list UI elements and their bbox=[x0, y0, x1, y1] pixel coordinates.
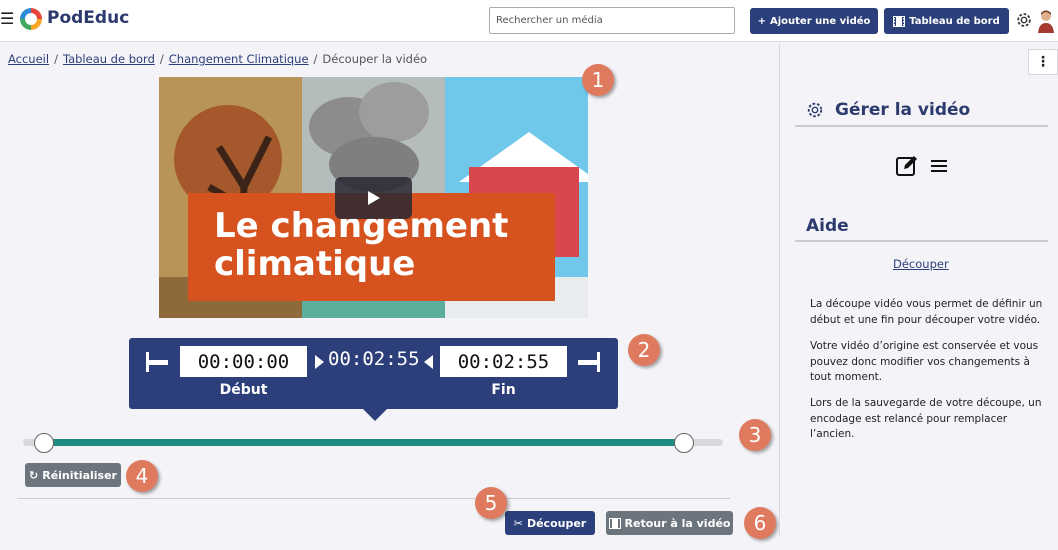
cut-label: Découper bbox=[526, 516, 587, 530]
edit-icon[interactable] bbox=[896, 155, 918, 177]
set-end-icon[interactable] bbox=[578, 352, 602, 372]
refresh-icon: ↻ bbox=[29, 468, 39, 482]
callout-badge: 4 bbox=[126, 460, 158, 492]
callout-badge: 3 bbox=[739, 419, 771, 451]
reset-label: Réinitialiser bbox=[42, 468, 117, 482]
callout-badge: 1 bbox=[582, 64, 614, 96]
help-cut-link[interactable]: Découper bbox=[893, 257, 949, 271]
logo-icon[interactable] bbox=[20, 8, 42, 30]
gear-icon bbox=[807, 102, 823, 118]
back-label: Retour à la vidéo bbox=[624, 516, 731, 530]
start-time-label: Début bbox=[219, 382, 268, 398]
back-to-video-button[interactable]: Retour à la vidéo bbox=[606, 511, 733, 535]
breadcrumb: Accueil / Tableau de bord / Changement C… bbox=[8, 52, 427, 66]
set-start-icon[interactable] bbox=[144, 352, 168, 372]
video-player[interactable]: Le changement climatique bbox=[159, 77, 588, 318]
help-paragraph: La découpe vidéo vous permet de définir … bbox=[810, 298, 1043, 326]
add-video-button[interactable]: + Ajouter une vidéo bbox=[750, 8, 878, 34]
dashboard-label: Tableau de bord bbox=[909, 15, 1000, 27]
arrow-right-icon bbox=[315, 355, 324, 369]
settings-gear-icon[interactable] bbox=[1015, 11, 1033, 29]
breadcrumb-separator: / bbox=[54, 52, 58, 66]
video-cloud-shape bbox=[359, 82, 429, 142]
more-options-icon[interactable]: ⋮ bbox=[1028, 49, 1058, 75]
trim-time-panel: 00:00:00 Début 00:02:55 00:02:55 Fin bbox=[129, 338, 618, 421]
breadcrumb-separator: / bbox=[159, 52, 164, 66]
end-time-input[interactable]: 00:02:55 bbox=[440, 346, 567, 377]
film-icon bbox=[608, 517, 621, 529]
breadcrumb-dashboard-link[interactable]: Tableau de bord bbox=[63, 52, 155, 66]
help-title: Aide bbox=[806, 216, 849, 236]
range-slider-end-handle[interactable] bbox=[674, 433, 694, 453]
start-time-input[interactable]: 00:00:00 bbox=[180, 346, 307, 377]
play-icon bbox=[367, 191, 380, 205]
help-paragraph: Lors de la sauvegarde de votre découpe, … bbox=[810, 397, 1042, 440]
scissors-icon: ✂ bbox=[513, 516, 523, 530]
range-slider-fill bbox=[44, 439, 684, 446]
top-header: ☰ PodEduc + Ajouter une vidéo Tableau de… bbox=[0, 0, 1058, 42]
manage-video-title: Gérer la vidéo bbox=[835, 100, 971, 120]
add-video-label: Ajouter une vidéo bbox=[770, 15, 871, 27]
film-icon bbox=[893, 15, 906, 27]
breadcrumb-separator: / bbox=[313, 52, 318, 66]
reset-button[interactable]: ↻ Réinitialiser bbox=[25, 463, 121, 487]
callout-badge: 2 bbox=[628, 334, 660, 366]
hamburger-menu-icon[interactable]: ☰ bbox=[0, 10, 14, 28]
divider bbox=[795, 125, 1048, 127]
divider bbox=[17, 498, 730, 499]
range-slider-start-handle[interactable] bbox=[34, 433, 54, 453]
search-input[interactable] bbox=[489, 7, 735, 34]
duration-display: 00:02:55 bbox=[328, 348, 420, 370]
help-paragraph: Votre vidéo d’origine est conservée et v… bbox=[810, 340, 1039, 383]
plus-icon: + bbox=[757, 15, 766, 27]
play-button[interactable] bbox=[335, 177, 412, 219]
cut-button[interactable]: ✂ Découper bbox=[505, 511, 595, 535]
callout-badge: 6 bbox=[744, 507, 776, 539]
user-avatar-icon[interactable] bbox=[1037, 9, 1055, 33]
arrow-left-icon bbox=[424, 355, 433, 369]
callout-badge: 5 bbox=[475, 487, 507, 519]
app-logo-text[interactable]: PodEduc bbox=[47, 8, 129, 28]
breadcrumb-channel-link[interactable]: Changement Climatique bbox=[169, 52, 309, 66]
end-time-label: Fin bbox=[491, 382, 516, 398]
video-title-line2: climatique bbox=[214, 244, 416, 284]
list-icon[interactable] bbox=[929, 157, 949, 175]
dashboard-button[interactable]: Tableau de bord bbox=[884, 8, 1009, 34]
breadcrumb-current: Découper la vidéo bbox=[322, 52, 428, 66]
divider bbox=[795, 240, 1048, 242]
breadcrumb-home-link[interactable]: Accueil bbox=[8, 52, 49, 66]
